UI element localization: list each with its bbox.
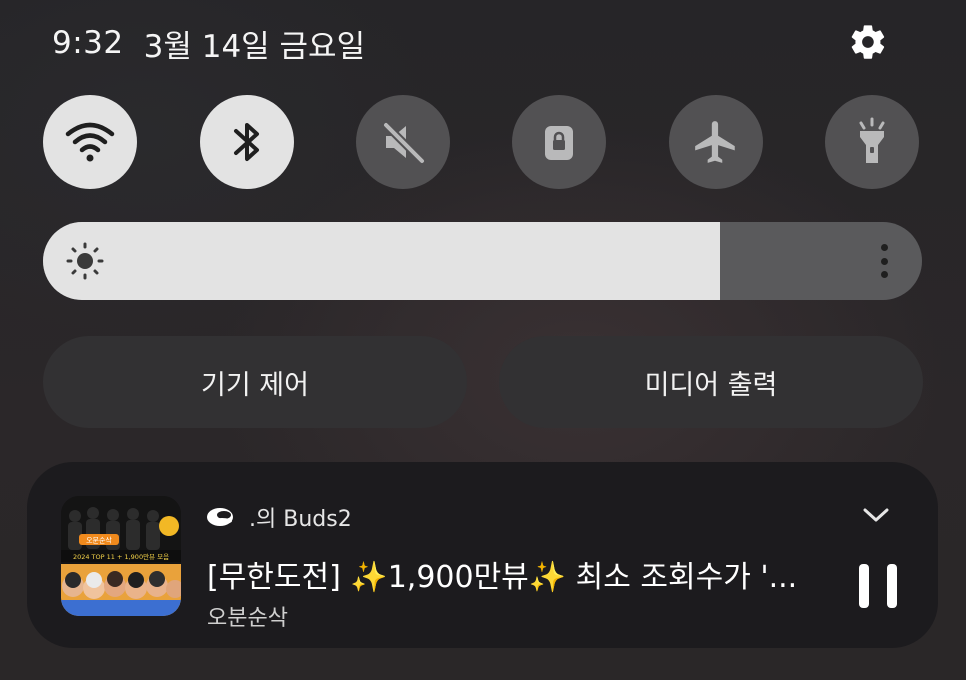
- airplane-icon: [695, 121, 735, 163]
- wifi-icon: [65, 122, 115, 162]
- device-control-button[interactable]: 기기 제어: [43, 336, 467, 428]
- airplane-mode-toggle[interactable]: [669, 95, 763, 189]
- clock: 9:32: [52, 25, 124, 61]
- thumbnail-caption: 2024 TOP 11 + 1,900만뷰 모음: [73, 552, 169, 561]
- brightness-level: [43, 222, 720, 300]
- mute-icon: [382, 121, 426, 165]
- chevron-down-icon[interactable]: [859, 500, 893, 530]
- sound-toggle[interactable]: [356, 95, 450, 189]
- brightness-slider[interactable]: [43, 222, 922, 300]
- bluetooth-icon: [234, 123, 259, 161]
- media-player-card[interactable]: 오분순삭 2024 TOP 11 + 1,900만뷰 모음 .의 Buds2 […: [27, 462, 938, 648]
- album-thumbnail[interactable]: 오분순삭 2024 TOP 11 + 1,900만뷰 모음: [61, 496, 181, 616]
- output-device-name: .의 Buds2: [249, 507, 352, 532]
- bluetooth-toggle[interactable]: [200, 95, 294, 189]
- wifi-toggle[interactable]: [43, 95, 137, 189]
- device-control-label: 기기 제어: [201, 369, 309, 401]
- media-output-button[interactable]: 미디어 출력: [499, 336, 923, 428]
- date: 3월 14일 금요일: [143, 28, 366, 65]
- gear-icon[interactable]: [846, 20, 890, 64]
- output-device-row: .의 Buds2: [205, 502, 352, 532]
- thumbnail-brand: 오분순삭: [86, 536, 112, 545]
- pause-bar-left: [859, 564, 869, 608]
- notification-shade: 9:32 3월 14일 금요일 기기 제어 미디어 출력 오분순삭 2024 T…: [0, 0, 966, 680]
- flashlight-icon: [859, 117, 885, 163]
- media-output-label: 미디어 출력: [644, 369, 778, 401]
- pause-bar-right: [887, 564, 897, 608]
- track-title: [무한도전] ✨1,900만뷰✨ 최소 조회수가 '...: [207, 560, 798, 595]
- rotation-lock-toggle[interactable]: [512, 95, 606, 189]
- status-row: 9:32 3월 14일 금요일: [52, 20, 365, 66]
- more-options-icon[interactable]: [874, 240, 894, 282]
- earbuds-icon: [207, 508, 233, 526]
- pause-button[interactable]: [859, 564, 897, 608]
- sun-icon: [66, 242, 104, 280]
- track-artist: 오분순삭: [207, 606, 288, 631]
- flashlight-toggle[interactable]: [825, 95, 919, 189]
- lock-icon: [545, 126, 573, 160]
